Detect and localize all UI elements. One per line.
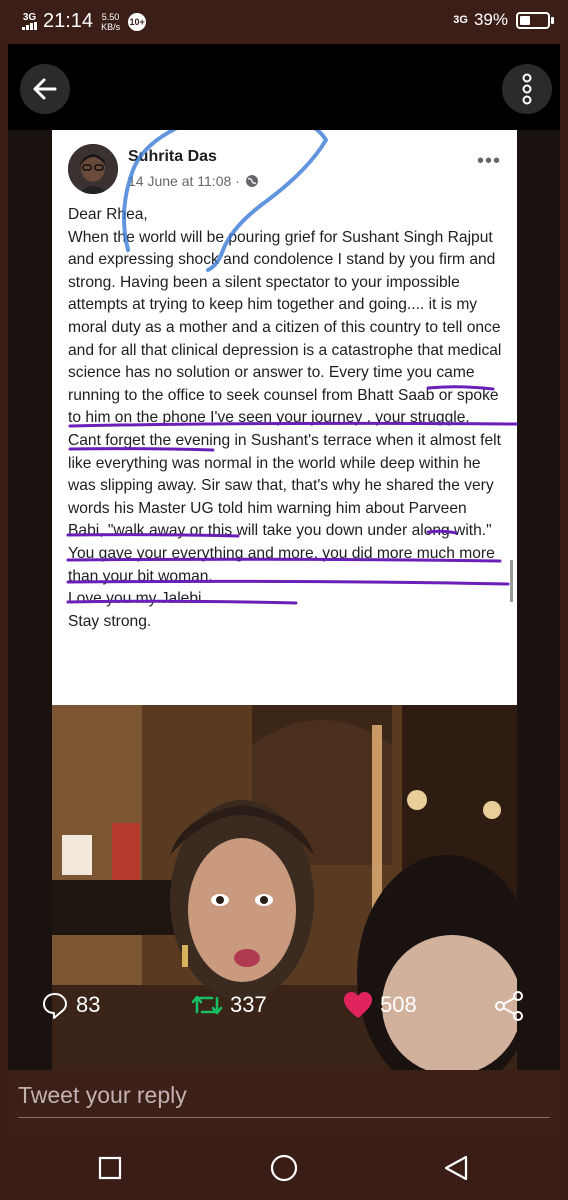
- speed-unit: KB/s: [101, 21, 121, 32]
- vertical-ellipsis-icon: [522, 73, 532, 105]
- network-type-right: 3G: [453, 14, 468, 26]
- post-meta: 14 June at 11:08 ·: [128, 173, 259, 189]
- post-body: Dear Rhea, When the world will be pourin…: [68, 204, 504, 633]
- battery-percent: 39%: [473, 10, 508, 29]
- post-paragraph: You gave your everything and more, you d…: [68, 544, 500, 585]
- battery-fill: [520, 15, 531, 25]
- like-count: 508: [380, 992, 417, 1017]
- speed-value: 5.50: [101, 11, 120, 22]
- reply-input[interactable]: [18, 1074, 550, 1118]
- post-options-icon: •••: [476, 150, 501, 172]
- recents-button[interactable]: [94, 1152, 126, 1184]
- retweet-icon: [191, 995, 223, 1015]
- network-indicator: 3G: [22, 13, 37, 30]
- circle-icon: [270, 1154, 298, 1182]
- share-button[interactable]: [494, 990, 532, 1022]
- share-icon: [495, 991, 523, 1021]
- post-paragraph: Dear Rhea,: [68, 206, 148, 223]
- post-paragraph: Stay strong.: [68, 612, 152, 630]
- battery-icon: [516, 11, 554, 29]
- more-options-button[interactable]: [502, 64, 552, 114]
- status-bar: 3G 21:14 5.50 KB/s 10+ 3G 39%: [0, 0, 568, 44]
- media-viewer-topbar: [8, 44, 560, 130]
- post-paragraph: When the world will be pouring grief for…: [68, 228, 506, 540]
- author-avatar: [68, 144, 118, 194]
- system-nav-bar: [0, 1136, 568, 1200]
- network-type: 3G: [22, 12, 37, 23]
- like-button[interactable]: 508: [342, 990, 417, 1020]
- reply-count: 83: [76, 992, 101, 1017]
- tweet-actions: 83 337 508: [0, 990, 568, 1042]
- system-back-button[interactable]: [440, 1152, 472, 1184]
- post-author-name: Suhrita Das: [128, 148, 217, 165]
- home-button[interactable]: [268, 1152, 300, 1184]
- post-date: 14 June at 11:08 ·: [128, 173, 240, 189]
- triangle-back-icon: [444, 1155, 468, 1181]
- retweet-count: 337: [230, 992, 267, 1017]
- notification-badge: 10+: [128, 12, 147, 31]
- heart-icon: [344, 992, 372, 1018]
- reply-bar: [8, 1070, 560, 1132]
- clock: 21:14: [43, 10, 94, 32]
- reply-button[interactable]: 83: [40, 990, 100, 1020]
- tweet-image[interactable]: Suhrita Das 14 June at 11:08 · ••• Dear …: [8, 130, 560, 1070]
- facebook-post-screenshot: Suhrita Das 14 June at 11:08 · ••• Dear …: [52, 130, 517, 705]
- post-paragraph: Love you my Jalebi.: [68, 590, 206, 608]
- back-button[interactable]: [20, 64, 70, 114]
- arrow-left-icon: [33, 78, 57, 100]
- globe-icon: [245, 175, 258, 187]
- retweet-button[interactable]: 337: [190, 990, 267, 1020]
- network-speed: 5.50 KB/s: [101, 12, 120, 32]
- reply-icon: [43, 993, 67, 1019]
- square-icon: [98, 1156, 122, 1180]
- signal-icon: [22, 22, 37, 30]
